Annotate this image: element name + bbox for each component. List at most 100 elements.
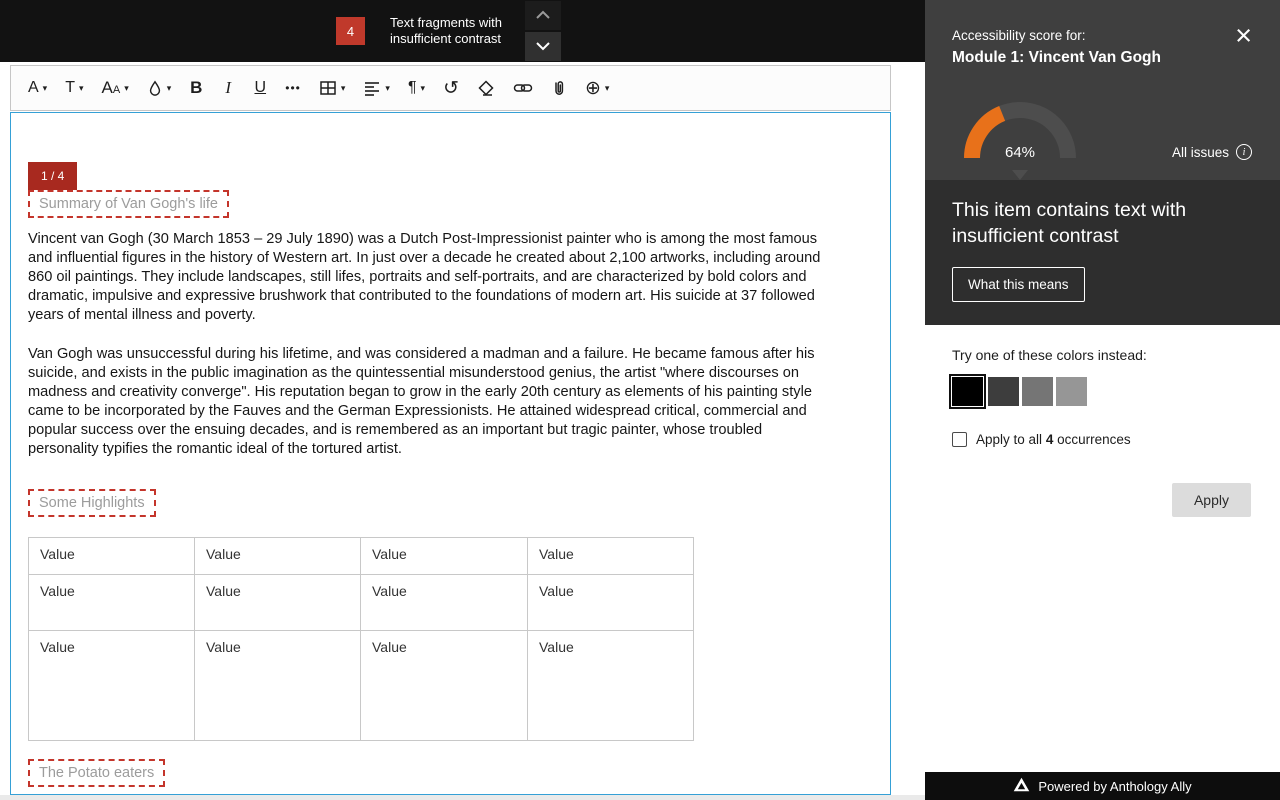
what-this-means-button[interactable]: What this means: [952, 267, 1085, 302]
paragraph-icon: ¶: [408, 79, 417, 97]
undo-icon: ↺: [443, 77, 459, 100]
italic-button[interactable]: I: [212, 70, 244, 106]
color-suggestions: [952, 377, 1087, 406]
underline-button[interactable]: U: [244, 70, 276, 106]
apply-all-prefix: Apply to all: [976, 432, 1042, 447]
clear-formatting-button[interactable]: [468, 70, 504, 106]
issue-message: This item contains text with insufficien…: [952, 197, 1242, 249]
table-cell: Value: [361, 631, 528, 741]
table-cell: Value: [29, 575, 195, 631]
table-cell: Value: [29, 538, 195, 575]
ally-accessibility-checker: { "topbar": { "badge_count": "4", "label…: [0, 0, 1280, 800]
color-swatch-dark-gray[interactable]: [988, 377, 1019, 406]
page-background-strip: [0, 795, 925, 800]
highlight-color-button[interactable]: ▾: [138, 70, 181, 106]
module-title: Module 1: Vincent Van Gogh: [952, 49, 1161, 67]
issue-description-section: This item contains text with insufficien…: [925, 180, 1280, 325]
chevron-up-icon: [535, 8, 551, 23]
next-issue-button[interactable]: [525, 32, 561, 61]
previous-issue-button[interactable]: [525, 1, 561, 30]
flagged-heading-highlights[interactable]: Some Highlights: [28, 489, 156, 517]
powered-by-label: Powered by Anthology Ally: [1038, 779, 1191, 794]
font-size-button[interactable]: AA ▾: [93, 70, 138, 106]
all-issues-button[interactable]: All issues i: [1166, 143, 1258, 161]
issue-summary-bar: 4 Text fragments with insufficient contr…: [0, 0, 925, 62]
all-issues-label: All issues: [1172, 145, 1229, 160]
flagged-heading-potato-eaters[interactable]: The Potato eaters: [28, 759, 165, 787]
table-button[interactable]: ▾: [310, 70, 355, 106]
chevron-down-icon: ▾: [43, 83, 48, 94]
paragraph-van-gogh-bio: Vincent van Gogh (30 March 1853 – 29 Jul…: [28, 230, 834, 325]
text-color-icon: A: [28, 79, 39, 97]
table-row: Value Value Value Value: [29, 575, 694, 631]
table-cell: Value: [528, 631, 694, 741]
table-cell: Value: [528, 538, 694, 575]
score-header: Accessibility score for: Module 1: Vince…: [925, 0, 1280, 180]
chevron-down-icon: ▾: [605, 83, 610, 94]
close-icon: ×: [1235, 20, 1252, 52]
add-circle-icon: ⊕: [585, 77, 601, 100]
bold-button[interactable]: B: [180, 70, 212, 106]
chevron-down-icon: ▾: [341, 83, 346, 94]
table-row: Value Value Value Value: [29, 538, 694, 575]
table-cell: Value: [195, 538, 361, 575]
try-colors-label: Try one of these colors instead:: [952, 347, 1147, 363]
color-swatch-black[interactable]: [952, 377, 983, 406]
occurrences-count: 4: [1046, 432, 1054, 447]
apply-all-row: Apply to all 4 occurrences: [952, 432, 1131, 447]
table-icon: [319, 79, 337, 97]
flag-position-badge: 1 / 4: [28, 162, 77, 190]
editor-content-area[interactable]: 1 / 4 Summary of Van Gogh's life Vincent…: [10, 112, 891, 795]
more-formatting-button[interactable]: •••: [276, 70, 310, 106]
table-cell: Value: [195, 631, 361, 741]
chevron-down-icon: ▾: [79, 83, 84, 94]
link-button[interactable]: [504, 70, 542, 106]
table-cell: Value: [361, 538, 528, 575]
editor-toolbar: A ▾ T ▾ AA ▾ ▾ B I U •••: [10, 65, 891, 111]
apply-all-suffix: occurrences: [1057, 432, 1131, 447]
chevron-down-icon: ▾: [167, 83, 172, 94]
score-for-label: Accessibility score for:: [952, 28, 1086, 43]
undo-button[interactable]: ↺: [434, 70, 468, 106]
close-panel-button[interactable]: ×: [1229, 20, 1258, 53]
more-icon: •••: [285, 81, 301, 95]
text-style-button[interactable]: T ▾: [56, 70, 92, 106]
score-value: 64%: [962, 144, 1078, 161]
chevron-down-icon: ▾: [124, 83, 129, 94]
paragraph-button[interactable]: ¶ ▾: [399, 70, 434, 106]
align-left-icon: [363, 80, 381, 96]
table-cell: Value: [195, 575, 361, 631]
text-style-icon: T: [65, 79, 75, 97]
underline-icon: U: [254, 79, 266, 97]
table-cell: Value: [528, 575, 694, 631]
apply-all-checkbox[interactable]: [952, 432, 967, 447]
eraser-icon: [477, 79, 495, 97]
table-cell: Value: [361, 575, 528, 631]
italic-icon: I: [225, 78, 231, 98]
chevron-down-icon: [535, 39, 551, 54]
info-icon: i: [1236, 144, 1252, 160]
bold-icon: B: [190, 78, 202, 98]
alignment-button[interactable]: ▾: [354, 70, 399, 106]
insert-content-button[interactable]: ⊕ ▾: [576, 70, 618, 106]
apply-button[interactable]: Apply: [1172, 483, 1251, 517]
ally-feedback-panel: Accessibility score for: Module 1: Vince…: [925, 0, 1280, 800]
flagged-heading-summary[interactable]: Summary of Van Gogh's life: [28, 190, 229, 218]
text-color-button[interactable]: A ▾: [19, 70, 56, 106]
chevron-down-icon: ▾: [385, 83, 390, 94]
link-icon: [513, 81, 533, 95]
document-content: 1 / 4 Summary of Van Gogh's life Vincent…: [11, 113, 890, 795]
issue-navigation: [525, 1, 561, 61]
anthology-logo-icon: [1013, 777, 1030, 795]
color-swatch-light-gray[interactable]: [1056, 377, 1087, 406]
apply-all-label: Apply to all 4 occurrences: [976, 432, 1131, 447]
gauge-pointer-icon: [1012, 170, 1028, 180]
attachment-button[interactable]: [542, 70, 576, 106]
table-cell: Value: [29, 631, 195, 741]
issue-count-badge: 4: [336, 17, 365, 45]
powered-by-footer[interactable]: Powered by Anthology Ally: [925, 772, 1280, 800]
paragraph-van-gogh-legacy: Van Gogh was unsuccessful during his lif…: [28, 345, 834, 459]
paperclip-icon: [551, 79, 567, 97]
color-swatch-gray[interactable]: [1022, 377, 1053, 406]
chevron-down-icon: ▾: [421, 83, 426, 94]
